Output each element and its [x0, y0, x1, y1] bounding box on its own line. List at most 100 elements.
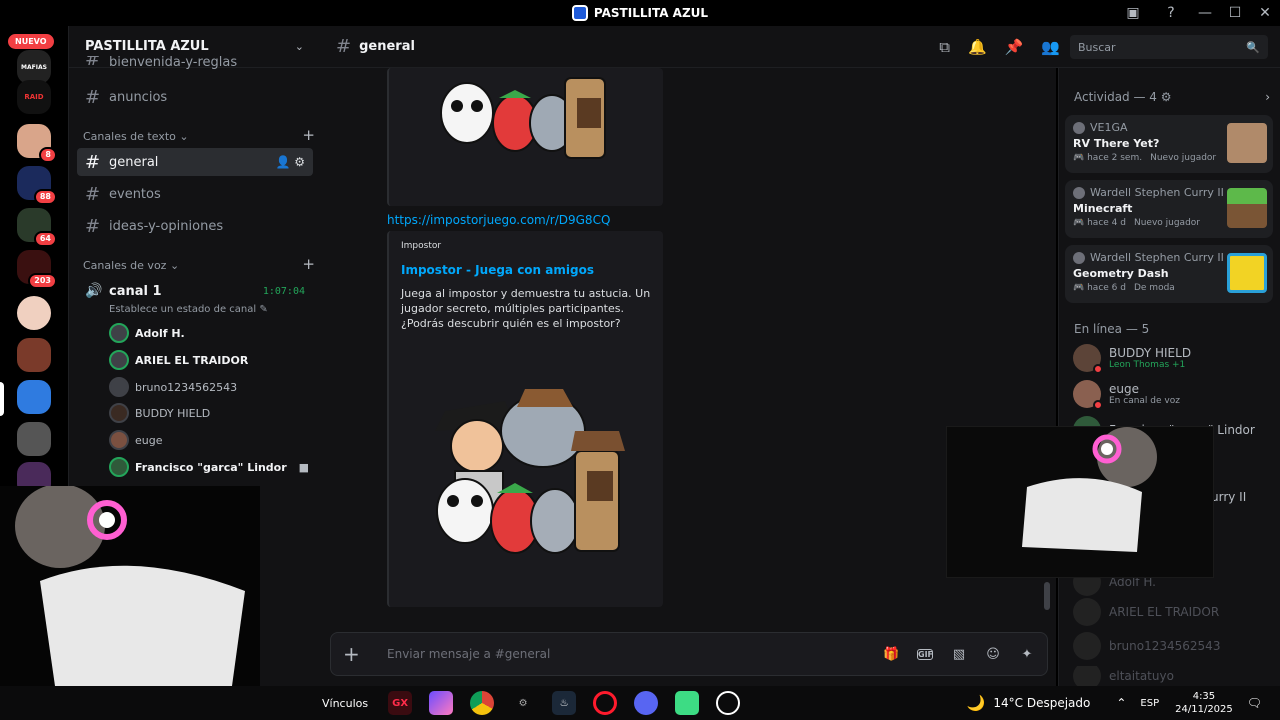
server-icon-5[interactable] — [17, 296, 51, 330]
search-icon: 🔍 — [1246, 40, 1260, 54]
activity-tag: Nuevo jugador — [1133, 218, 1200, 228]
voice-channel-canal1[interactable]: 🔊 canal 1 1:07:04 — [77, 277, 313, 305]
inbox-icon[interactable]: ▣ — [1114, 0, 1152, 26]
sticker-icon[interactable]: ▧ — [951, 647, 967, 662]
message-composer: + 🎁 GIF ▧ ☺ ✦ — [330, 632, 1048, 676]
message-scrollbar[interactable] — [1044, 582, 1050, 610]
close-button[interactable]: ✕ — [1250, 0, 1280, 26]
add-channel-icon[interactable]: + — [302, 126, 315, 144]
message-input[interactable] — [387, 647, 865, 661]
apps-icon[interactable]: ✦ — [1019, 647, 1035, 662]
avatar — [109, 430, 129, 450]
server-icon-facciones[interactable]: RAID — [17, 80, 51, 114]
voice-category[interactable]: Canales de voz ⌄ + — [83, 255, 315, 273]
channel-eventos[interactable]: # eventos — [77, 180, 313, 208]
speaker-icon: 🔊 — [85, 283, 103, 299]
server-icon-1[interactable]: 8 — [17, 124, 57, 163]
copilot-icon[interactable] — [429, 691, 454, 715]
voice-status-hint[interactable]: Establece un estado de canal ✎ — [109, 304, 268, 315]
voice-user[interactable]: BUDDY HIELD — [109, 402, 309, 424]
opera-icon[interactable] — [593, 691, 618, 715]
minimize-button[interactable]: — — [1190, 0, 1220, 26]
embed-title[interactable]: Impostor - Juega con amigos — [401, 263, 594, 277]
webcam-overlay-right — [946, 426, 1214, 578]
channel-bienvenida[interactable]: # bienvenida-y-reglas — [77, 56, 313, 70]
invite-link[interactable]: https://impostorjuego.com/r/D9G8CQ — [387, 213, 610, 227]
help-icon[interactable]: ? — [1152, 0, 1190, 26]
channel-label: anuncios — [109, 89, 168, 105]
activity-time: hace 4 d — [1087, 218, 1126, 228]
discord-icon[interactable] — [634, 691, 659, 715]
steam-icon[interactable]: ♨ — [552, 691, 577, 715]
app-icon[interactable]: ⚙ — [511, 691, 535, 715]
server-icon-4[interactable]: 203 — [17, 250, 57, 289]
voice-user[interactable]: euge — [109, 429, 309, 451]
activity-card[interactable]: VE1GA RV There Yet? 🎮 hace 2 sem. Nuevo j… — [1065, 115, 1273, 173]
server-icon-6[interactable] — [17, 338, 51, 372]
server-icon-7[interactable] — [17, 422, 51, 456]
member-item[interactable]: euge En canal de voz — [1073, 380, 1279, 410]
weather-text[interactable]: 14°C Despejado — [993, 696, 1090, 710]
channel-anuncios[interactable]: # anuncios — [77, 83, 313, 111]
taskbar-links[interactable]: Vínculos — [322, 697, 368, 710]
status-dnd-icon — [1093, 400, 1103, 410]
impostor-characters-image — [437, 68, 617, 168]
android-icon[interactable] — [675, 691, 700, 715]
member-item[interactable]: ARIEL EL TRAIDOR — [1073, 598, 1279, 626]
taskbar: Vínculos GX ⚙ ♨ 🌙 14°C Despejado ⌃ ESP 4… — [0, 686, 1280, 720]
voice-user[interactable]: Adolf H. — [109, 322, 309, 344]
server-name: PASTILLITA AZUL — [85, 39, 209, 54]
member-item[interactable]: BUDDY HIELD Leon Thomas +1 — [1073, 344, 1279, 374]
voice-user[interactable]: ARIEL EL TRAIDOR — [109, 349, 309, 371]
activity-title: Actividad — 4 — [1074, 90, 1157, 104]
gif-icon[interactable]: GIF — [917, 648, 933, 660]
server-icon-3[interactable]: 64 — [17, 208, 57, 247]
server-icon-mafias[interactable]: MAFIAS — [17, 50, 51, 84]
avatar — [109, 350, 129, 370]
member-name: euge — [1109, 382, 1139, 396]
threads-icon[interactable]: ⧉ — [939, 38, 950, 56]
language-indicator[interactable]: ESP — [1140, 698, 1159, 709]
maximize-button[interactable]: ☐ — [1220, 0, 1250, 26]
activity-header[interactable]: Actividad — 4 ⚙ › — [1074, 90, 1270, 104]
channel-ideas[interactable]: # ideas-y-opiniones — [77, 212, 313, 240]
add-attachment-icon[interactable]: + — [343, 642, 373, 666]
member-list-icon[interactable]: 👥 — [1041, 38, 1060, 56]
notifications-icon[interactable]: 🗨 — [1247, 696, 1262, 710]
obs-icon[interactable] — [716, 691, 741, 715]
chevron-right-icon[interactable]: › — [1265, 90, 1270, 104]
chevron-up-icon[interactable]: ⌃ — [1116, 696, 1126, 710]
search-input[interactable]: Buscar 🔍 — [1070, 35, 1268, 59]
add-channel-icon[interactable]: + — [302, 255, 315, 273]
voice-user-name: euge — [135, 433, 163, 447]
settings-gear-icon[interactable]: ⚙ — [294, 155, 305, 169]
server-icon-2[interactable]: 88 — [17, 166, 57, 205]
emoji-icon[interactable]: ☺ — [985, 647, 1001, 662]
voice-user[interactable]: Francisco "garca" Lindor ■ — [109, 456, 309, 478]
channel-label: general — [109, 154, 159, 170]
member-item[interactable]: eltaitatuyo — [1073, 666, 1279, 686]
activity-user: Wardell Stephen Curry II — [1090, 251, 1224, 264]
opera-gx-icon[interactable]: GX — [388, 691, 413, 715]
activity-card[interactable]: Wardell Stephen Curry II Geometry Dash 🎮… — [1065, 245, 1273, 303]
notification-bell-icon[interactable]: 🔔 — [968, 38, 987, 56]
settings-gear-icon[interactable]: ⚙ — [1161, 90, 1172, 104]
message-list[interactable]: https://impostorjuego.com/r/D9G8CQ Impos… — [320, 68, 1056, 686]
chrome-icon[interactable] — [470, 691, 495, 715]
voice-user[interactable]: bruno1234562543 — [109, 376, 309, 398]
member-item[interactable]: bruno1234562543 — [1073, 632, 1279, 660]
clock[interactable]: 4:35 24/11/2025 — [1175, 690, 1233, 716]
server-icon-pastillita[interactable] — [17, 380, 51, 414]
avatar — [1073, 632, 1101, 660]
activity-card[interactable]: Wardell Stephen Curry II Minecraft 🎮 hac… — [1065, 180, 1273, 238]
right-panel: Actividad — 4 ⚙ › VE1GA RV There Yet? 🎮 … — [1058, 68, 1280, 686]
channel-general[interactable]: # general 👤 ⚙ — [77, 148, 313, 176]
gift-icon[interactable]: 🎁 — [883, 647, 899, 662]
channel-label: ideas-y-opiniones — [109, 218, 224, 234]
text-category[interactable]: Canales de texto ⌄ + — [83, 126, 315, 144]
invite-icon[interactable]: 👤 — [275, 155, 290, 169]
gamepad-icon: 🎮 — [1073, 153, 1085, 163]
new-badge[interactable]: NUEVO — [8, 34, 54, 49]
hash-icon: # — [85, 56, 101, 70]
pin-icon[interactable]: 📌 — [1005, 38, 1024, 56]
